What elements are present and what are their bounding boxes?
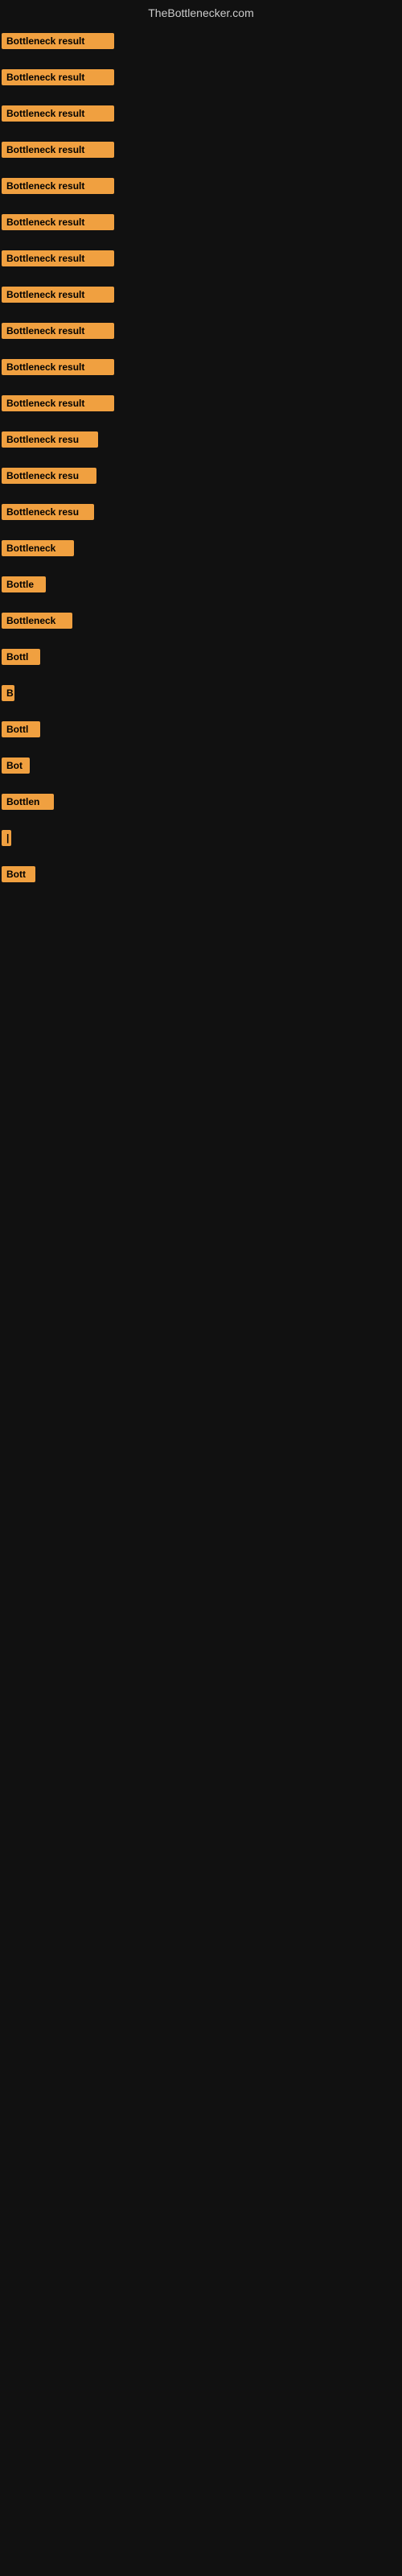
bottleneck-result-label[interactable]: Bottleneck resu — [2, 431, 98, 448]
bottleneck-result-label[interactable]: Bottleneck resu — [2, 504, 94, 520]
bottleneck-result-label[interactable]: Bottleneck result — [2, 395, 114, 411]
result-row: Bottleneck result — [0, 349, 402, 385]
result-row: Bottl — [0, 638, 402, 675]
bottleneck-result-label[interactable]: Bottleneck result — [2, 287, 114, 303]
bottleneck-result-label[interactable]: Bottleneck result — [2, 359, 114, 375]
bottleneck-result-label[interactable]: | — [2, 830, 11, 846]
bottleneck-result-label[interactable]: Bottleneck result — [2, 214, 114, 230]
result-row: Bottleneck result — [0, 95, 402, 131]
bottleneck-result-label[interactable]: Bottleneck result — [2, 105, 114, 122]
result-row: Bottl — [0, 711, 402, 747]
result-row: Bottlen — [0, 783, 402, 819]
result-row: Bottleneck result — [0, 385, 402, 421]
bottleneck-result-label[interactable]: Bottleneck result — [2, 33, 114, 49]
bottleneck-result-label[interactable]: Bott — [2, 866, 35, 882]
bottleneck-result-label[interactable]: Bot — [2, 758, 30, 774]
bottleneck-result-label[interactable]: Bottl — [2, 649, 40, 665]
result-row: Bottle — [0, 566, 402, 602]
bottleneck-result-label[interactable]: Bottl — [2, 721, 40, 737]
bottleneck-result-label[interactable]: Bottleneck result — [2, 323, 114, 339]
result-row: | — [0, 819, 402, 856]
bottleneck-result-label[interactable]: B — [2, 685, 14, 701]
result-row: Bottleneck — [0, 530, 402, 566]
site-title: TheBottlenecker.com — [0, 0, 402, 23]
result-row: Bottleneck result — [0, 167, 402, 204]
result-row: Bottleneck result — [0, 131, 402, 167]
bottleneck-result-label[interactable]: Bottleneck — [2, 540, 74, 556]
result-row: Bottleneck result — [0, 240, 402, 276]
bottleneck-result-label[interactable]: Bottleneck result — [2, 69, 114, 85]
bottleneck-result-label[interactable]: Bottleneck — [2, 613, 72, 629]
bottleneck-result-label[interactable]: Bottleneck resu — [2, 468, 96, 484]
result-row: Bot — [0, 747, 402, 783]
result-row: Bottleneck result — [0, 276, 402, 312]
bottleneck-result-label[interactable]: Bottleneck result — [2, 178, 114, 194]
result-row: Bottleneck result — [0, 312, 402, 349]
result-row: Bottleneck result — [0, 59, 402, 95]
result-row: Bottleneck — [0, 602, 402, 638]
result-row: Bottleneck resu — [0, 493, 402, 530]
result-row: B — [0, 675, 402, 711]
bottleneck-result-label[interactable]: Bottleneck result — [2, 142, 114, 158]
result-row: Bottleneck resu — [0, 421, 402, 457]
bottleneck-result-label[interactable]: Bottlen — [2, 794, 54, 810]
result-row: Bott — [0, 856, 402, 892]
result-row: Bottleneck result — [0, 23, 402, 59]
result-row: Bottleneck resu — [0, 457, 402, 493]
bottleneck-result-label[interactable]: Bottle — [2, 576, 46, 592]
bottleneck-result-label[interactable]: Bottleneck result — [2, 250, 114, 266]
result-row: Bottleneck result — [0, 204, 402, 240]
